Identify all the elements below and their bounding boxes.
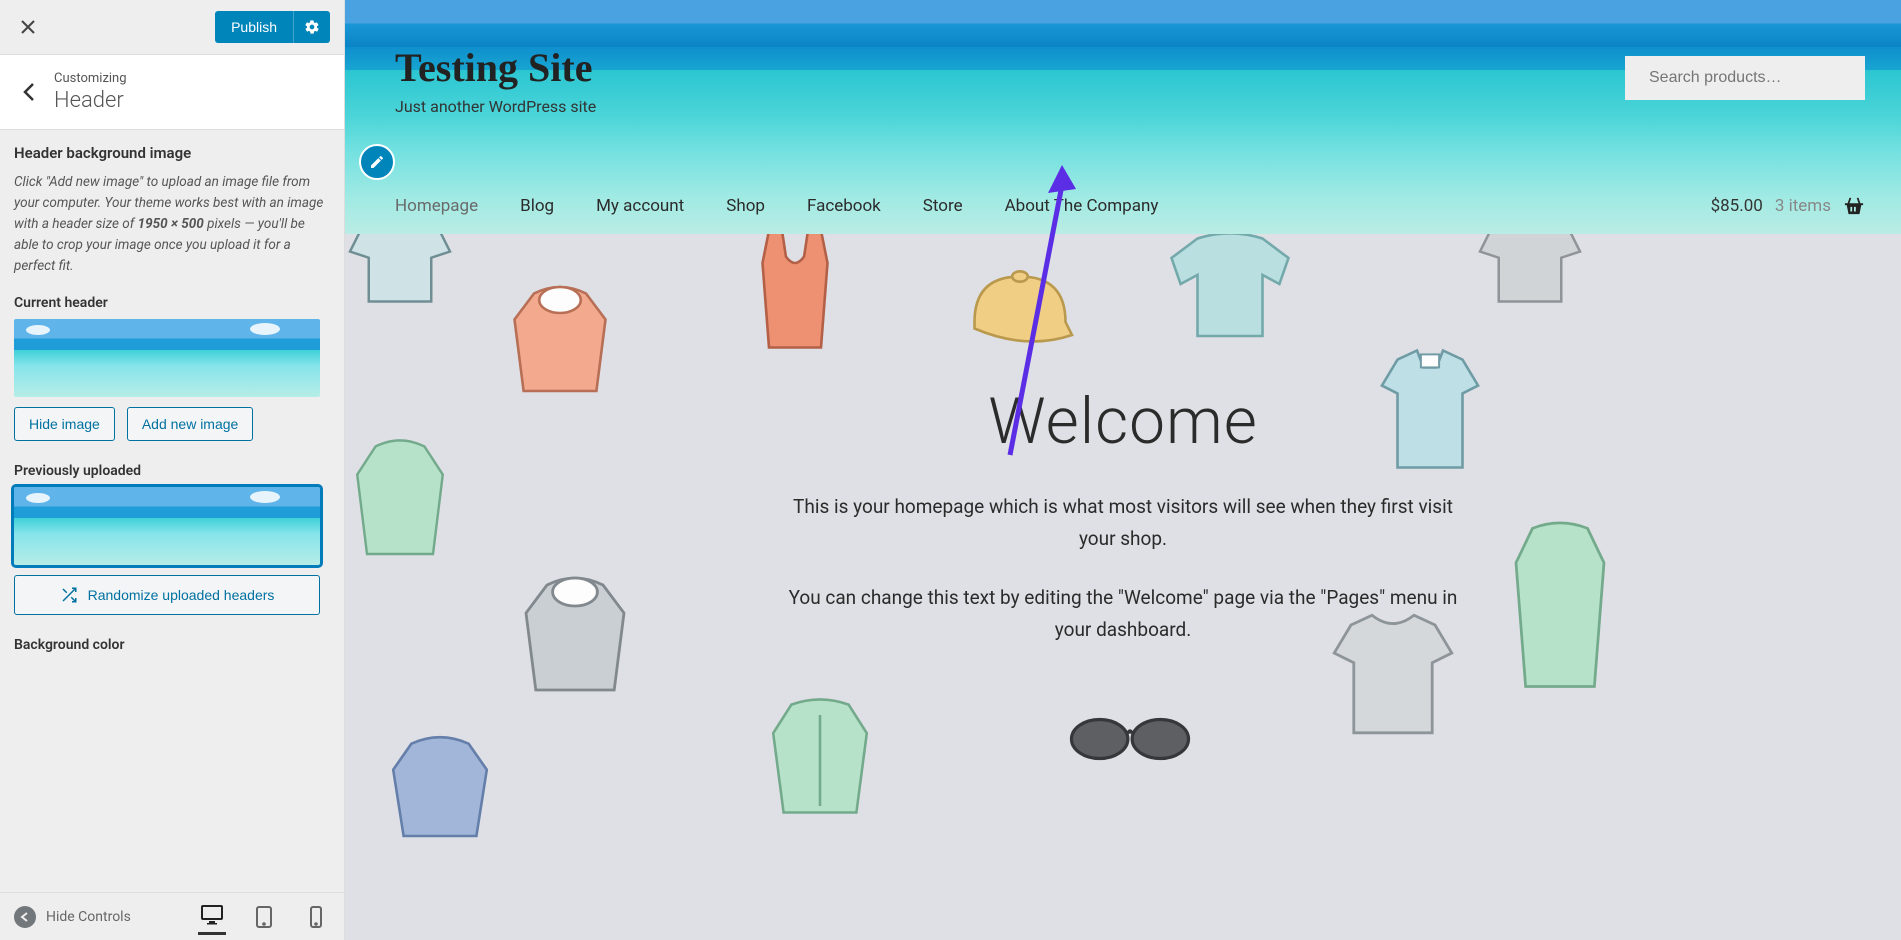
nav-shop[interactable]: Shop (726, 196, 765, 216)
add-new-image-button[interactable]: Add new image (127, 407, 254, 441)
welcome-heading: Welcome (773, 384, 1473, 459)
welcome-paragraph-1: This is your homepage which is what most… (773, 491, 1473, 556)
welcome-paragraph-2: You can change this text by editing the … (773, 582, 1473, 647)
header-bg-image-heading: Header background image (14, 144, 330, 162)
sidebar-top-bar: Publish (0, 0, 344, 55)
illustration-cap-icon (955, 254, 1085, 364)
illustration-shirt2-icon (1465, 234, 1595, 314)
site-content: Welcome This is your homepage which is w… (345, 234, 1901, 940)
hide-controls-button[interactable]: Hide Controls (14, 906, 198, 928)
nav-homepage[interactable]: Homepage (395, 196, 478, 216)
illustration-longsleeve-icon (1165, 234, 1295, 344)
randomize-headers-button[interactable]: Randomize uploaded headers (14, 575, 320, 615)
gear-icon (304, 19, 320, 35)
current-header-label: Current header (14, 295, 330, 311)
illustration-sunglasses-icon (1065, 704, 1195, 774)
customizer-sidebar: Publish Customizing Header Header backgr… (0, 0, 345, 940)
site-title[interactable]: Testing Site (395, 44, 596, 91)
customizing-label: Customizing (54, 71, 127, 86)
chevron-left-icon (22, 81, 36, 103)
main-nav: Homepage Blog My account Shop Facebook S… (395, 196, 1158, 216)
publish-settings-button[interactable] (293, 11, 330, 43)
illustration-jacket-icon (1505, 514, 1615, 694)
hide-image-button[interactable]: Hide image (14, 407, 115, 441)
illustration-jacket2-icon (755, 684, 885, 824)
mobile-preview-icon[interactable] (302, 899, 330, 935)
back-button[interactable] (8, 67, 50, 117)
illustration-tank-icon (735, 234, 855, 354)
close-icon (20, 19, 36, 35)
previously-uploaded-thumb[interactable] (14, 487, 320, 565)
section-title: Header (54, 88, 127, 113)
section-header: Customizing Header (0, 55, 344, 130)
nav-store[interactable]: Store (923, 196, 963, 216)
edit-shortcut-button[interactable] (359, 144, 395, 180)
sidebar-footer: Hide Controls (0, 892, 344, 940)
tablet-preview-icon[interactable] (250, 899, 278, 935)
welcome-block: Welcome This is your homepage which is w… (773, 384, 1473, 672)
nav-about[interactable]: About The Company (1005, 196, 1159, 216)
publish-button[interactable]: Publish (215, 11, 293, 43)
cart-amount: $85.00 (1711, 196, 1763, 216)
search-input[interactable] (1649, 69, 1856, 87)
desktop-preview-icon[interactable] (198, 899, 226, 935)
nav-blog[interactable]: Blog (520, 196, 554, 216)
search-box[interactable] (1625, 56, 1865, 100)
illustration-shirt-icon (345, 234, 465, 314)
basket-icon (1843, 196, 1865, 216)
site-header: Testing Site Just another WordPress site… (345, 0, 1901, 234)
shuffle-icon (60, 586, 78, 604)
collapse-icon (14, 906, 36, 928)
illustration-hoodie3-icon (375, 724, 505, 844)
sidebar-body: Header background image Click "Add new i… (0, 130, 344, 892)
previously-uploaded-label: Previously uploaded (14, 463, 330, 479)
site-tagline: Just another WordPress site (395, 97, 596, 116)
site-branding: Testing Site Just another WordPress site (395, 44, 596, 116)
illustration-hoodie-icon (495, 274, 625, 404)
device-icons (198, 899, 330, 935)
illustration-hoodie2-icon (505, 564, 645, 704)
site-preview: Testing Site Just another WordPress site… (345, 0, 1901, 940)
cart-summary[interactable]: $85.00 3 items (1711, 196, 1865, 216)
illustration-sweater-icon (345, 424, 455, 574)
nav-facebook[interactable]: Facebook (807, 196, 881, 216)
background-color-label: Background color (14, 637, 330, 653)
close-customizer-button[interactable] (8, 7, 48, 47)
cart-items: 3 items (1775, 196, 1831, 216)
publish-group: Publish (215, 11, 330, 43)
pencil-icon (369, 154, 385, 170)
current-header-thumb[interactable] (14, 319, 320, 397)
help-text: Click "Add new image" to upload an image… (14, 172, 330, 277)
nav-my-account[interactable]: My account (596, 196, 684, 216)
